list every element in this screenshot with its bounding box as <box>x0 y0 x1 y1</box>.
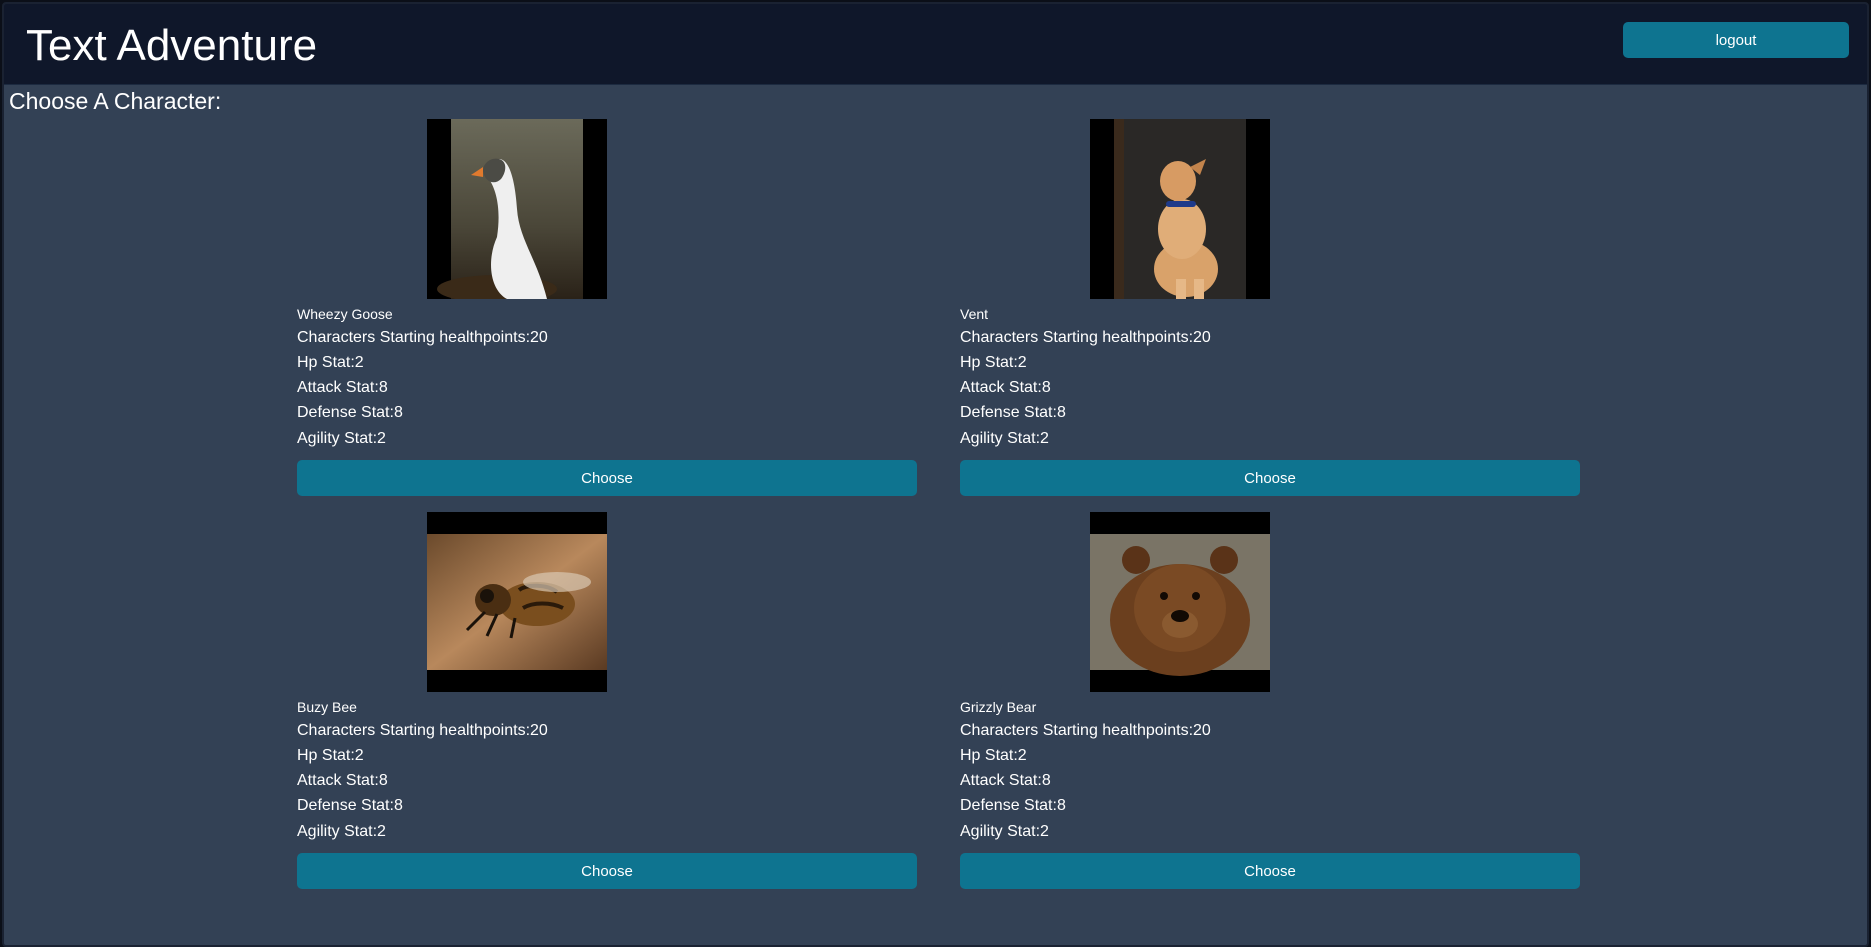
logout-button[interactable]: logout <box>1623 22 1849 58</box>
choose-button[interactable]: Choose <box>960 853 1580 889</box>
starting-hp: Characters Starting healthpoints:20 <box>960 329 1211 346</box>
agility-stat: Agility Stat:2 <box>960 823 1049 840</box>
app-window: Text Adventure logout Choose A Character… <box>2 2 1869 947</box>
character-card: Grizzly Bear Characters Starting healthp… <box>960 512 1580 892</box>
hp-stat: Hp Stat:2 <box>297 747 364 764</box>
character-card: Vent Characters Starting healthpoints:20… <box>960 119 1580 499</box>
choose-button[interactable]: Choose <box>297 853 917 889</box>
defense-stat: Defense Stat:8 <box>960 404 1066 421</box>
character-card: Wheezy Goose Characters Starting healthp… <box>297 119 917 499</box>
defense-stat: Defense Stat:8 <box>297 404 403 421</box>
bear-image <box>1090 512 1270 692</box>
puppy-image <box>1090 119 1270 299</box>
starting-hp: Characters Starting healthpoints:20 <box>297 722 548 739</box>
goose-image <box>427 119 607 299</box>
defense-stat: Defense Stat:8 <box>297 797 403 814</box>
header-bar: Text Adventure logout <box>4 4 1867 85</box>
agility-stat: Agility Stat:2 <box>960 430 1049 447</box>
hp-stat: Hp Stat:2 <box>297 354 364 371</box>
starting-hp: Characters Starting healthpoints:20 <box>297 329 548 346</box>
character-name: Grizzly Bear <box>960 699 1037 715</box>
page-heading: Choose A Character: <box>9 88 222 114</box>
attack-stat: Attack Stat:8 <box>297 379 388 396</box>
attack-stat: Attack Stat:8 <box>960 379 1051 396</box>
choose-button[interactable]: Choose <box>960 460 1580 496</box>
character-name: Wheezy Goose <box>297 306 393 322</box>
bee-image <box>427 512 607 692</box>
defense-stat: Defense Stat:8 <box>960 797 1066 814</box>
agility-stat: Agility Stat:2 <box>297 823 386 840</box>
attack-stat: Attack Stat:8 <box>297 772 388 789</box>
character-name: Vent <box>960 306 989 322</box>
character-card: Buzy Bee Characters Starting healthpoint… <box>297 512 917 892</box>
hp-stat: Hp Stat:2 <box>960 747 1027 764</box>
character-name: Buzy Bee <box>297 699 357 715</box>
agility-stat: Agility Stat:2 <box>297 430 386 447</box>
hp-stat: Hp Stat:2 <box>960 354 1027 371</box>
choose-button[interactable]: Choose <box>297 460 917 496</box>
attack-stat: Attack Stat:8 <box>960 772 1051 789</box>
starting-hp: Characters Starting healthpoints:20 <box>960 722 1211 739</box>
app-title: Text Adventure <box>26 21 318 70</box>
